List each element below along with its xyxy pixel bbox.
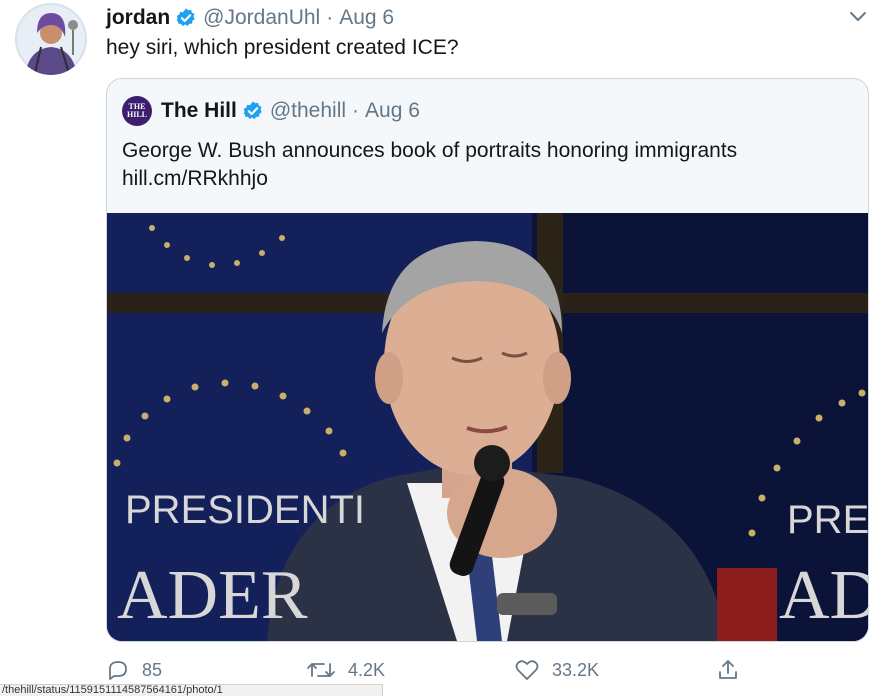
reply-icon [109, 661, 127, 680]
logo-line-2: HILL [126, 110, 147, 119]
quoted-tweet-card[interactable]: THE HILL The Hill @thehill · Aug 6 Georg… [106, 78, 869, 642]
retweet-count: 4.2K [348, 659, 386, 680]
author-name[interactable]: jordan [106, 6, 170, 30]
like-button[interactable]: 33.2K [514, 658, 599, 682]
right-sign-text: PRES [787, 498, 868, 542]
left-sign-text: PRESIDENTI [125, 488, 365, 532]
quoted-tweet-body: George W. Bush announces book of portrai… [122, 137, 852, 193]
reply-count: 85 [142, 659, 163, 680]
share-button[interactable] [716, 658, 752, 682]
quoted-tweet-header: THE HILL The Hill @thehill · Aug 6 [122, 96, 420, 126]
quoted-tweet-text: George W. Bush announces book of portrai… [122, 139, 738, 162]
chevron-down-icon[interactable] [847, 8, 869, 26]
tweet-date[interactable]: Aug 6 [339, 6, 394, 30]
tweet-text: hey siri, which president created ICE? [106, 36, 459, 59]
quoted-author-name: The Hill [161, 99, 237, 122]
quoted-tweet-date: Aug 6 [365, 99, 420, 122]
right-sign-text-row2: AD [779, 557, 868, 634]
author-avatar[interactable] [15, 3, 87, 75]
tweet-header: jordan @JordanUhl · Aug 6 [106, 4, 394, 32]
retweet-icon [307, 663, 335, 677]
reply-button[interactable]: 85 [106, 658, 162, 682]
header-separator: · [326, 6, 334, 29]
left-sign-text-row2: ADER [117, 557, 308, 634]
author-handle[interactable]: @JordanUhl [203, 6, 320, 30]
verified-badge-icon [175, 7, 197, 29]
quoted-tweet-photo[interactable]: PRESIDENTI ADER PRES AD [107, 213, 868, 641]
share-icon [719, 660, 737, 679]
quoted-tweet-link[interactable]: hill.cm/RRkhhjo [122, 165, 852, 193]
like-count: 33.2K [552, 659, 600, 680]
retweet-button[interactable]: 4.2K [306, 658, 385, 682]
photo-illustration: PRESIDENTI ADER PRES AD [107, 213, 868, 641]
quoted-header-separator: · [352, 99, 360, 122]
heart-icon [515, 660, 539, 680]
browser-status-bar: /thehill/status/1159151114587564161/phot… [0, 684, 383, 696]
verified-badge-icon [242, 100, 264, 122]
quoted-author-handle: @thehill [269, 99, 347, 122]
avatar-illustration [15, 3, 87, 75]
quoted-author-avatar: THE HILL [122, 96, 152, 126]
